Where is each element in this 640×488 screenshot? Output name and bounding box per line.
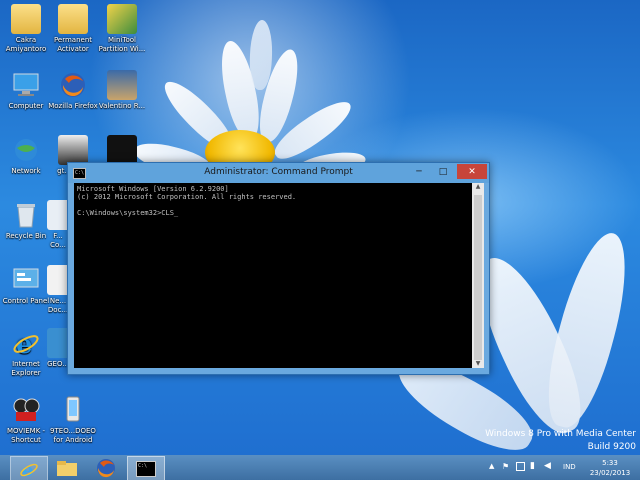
folder-icon: [58, 4, 88, 34]
desktop-icon-label: Permanent Activator: [53, 36, 93, 53]
desktop-icon[interactable]: Control Panel: [0, 265, 52, 306]
desktop-icon[interactable]: e Internet Explorer: [0, 328, 52, 378]
network-icon: [11, 135, 41, 165]
desktop-icon-label: Internet Explorer: [11, 360, 41, 377]
clock-time: 5:33: [602, 459, 618, 467]
taskbar-file-explorer[interactable]: [49, 456, 85, 479]
desktop-icon[interactable]: Mozilla Firefox: [47, 70, 99, 111]
internet-explorer-icon: e: [11, 328, 41, 358]
console-line: Microsoft Windows [Version 6.2.9200]: [77, 185, 229, 193]
desktop-icon-label: MiniTool Partition Wi...: [98, 36, 146, 53]
desktop-icon[interactable]: F... Co...: [47, 200, 69, 250]
desktop-icon-label: Computer: [8, 102, 44, 110]
console-line: (c) 2012 Microsoft Corporation. All righ…: [77, 193, 297, 201]
desktop-icon-label: MOVIEMK - Shortcut: [6, 427, 46, 444]
desktop-icon[interactable]: GEO...: [47, 328, 69, 369]
file-explorer-icon: [57, 460, 77, 476]
photo-icon: [107, 135, 137, 165]
window-titlebar[interactable]: C:\ Administrator: Command Prompt ─ □ ✕: [68, 163, 489, 183]
desktop-icon-label: Network: [11, 167, 41, 175]
desktop-icon[interactable]: Valentino R...: [96, 70, 148, 111]
language-indicator[interactable]: IND: [563, 463, 576, 488]
desktop-icon[interactable]: Ne... Doc...: [47, 265, 69, 315]
folder-icon: [11, 4, 41, 34]
taskbar: e C:\ ▲ ⚑ ▮ ◀ IND 5:33 23/02/2013: [0, 455, 640, 483]
desktop-icon[interactable]: Network: [0, 135, 52, 176]
desktop-icon[interactable]: Computer: [0, 70, 52, 111]
clock-date: 23/02/2013: [589, 469, 631, 477]
control-panel-icon: [11, 265, 41, 295]
desktop-icon-label: 9TEO...DOEO for Android: [50, 427, 96, 444]
maximize-button[interactable]: □: [431, 164, 455, 179]
console-output[interactable]: Microsoft Windows [Version 6.2.9200] (c)…: [74, 183, 472, 368]
close-button[interactable]: ✕: [457, 164, 487, 179]
photo-icon: [107, 70, 137, 100]
firefox-icon: [97, 458, 115, 477]
command-prompt-window[interactable]: C:\ Administrator: Command Prompt ─ □ ✕ …: [67, 162, 490, 375]
taskbar-command-prompt[interactable]: C:\: [127, 456, 165, 481]
internet-explorer-icon: e: [20, 460, 38, 479]
maximize-icon: □: [438, 166, 448, 177]
desktop-icon-label: Recycle Bin: [5, 232, 47, 240]
taskbar-firefox[interactable]: [88, 456, 124, 479]
firefox-icon: [58, 70, 88, 100]
show-hidden-icons-button[interactable]: ▲: [489, 462, 494, 487]
android-icon: [58, 395, 88, 425]
flag-icon[interactable]: ⚑: [502, 462, 509, 487]
document-icon: [47, 265, 69, 295]
recycle-bin-icon: [11, 200, 41, 230]
close-icon: ✕: [468, 166, 476, 177]
geo-icon: [47, 328, 69, 358]
scroll-down-arrow-icon[interactable]: ▼: [472, 360, 484, 368]
minimize-icon: ─: [416, 166, 422, 177]
windows-watermark: Windows 8 Pro with Media Center Build 92…: [485, 428, 636, 454]
file-icon: [47, 200, 69, 230]
desktop-icon-label: Valentino R...: [98, 102, 146, 110]
desktop-icon[interactable]: 9TEO...DOEO for Android: [47, 395, 99, 445]
watermark-edition: Windows 8 Pro with Media Center: [485, 429, 636, 439]
taskbar-internet-explorer[interactable]: e: [10, 456, 48, 481]
desktop-icon[interactable]: MOVIEMK - Shortcut: [0, 395, 52, 445]
minitool-icon: [107, 4, 137, 34]
desktop: Cakra Amiyantoro Permanent Activator Min…: [0, 0, 640, 455]
desktop-icon-label: Cakra Amiyantoro: [5, 36, 47, 53]
network-status-icon[interactable]: ▮: [530, 461, 535, 486]
moviemaker-icon: [11, 395, 41, 425]
scrollbar-thumb[interactable]: [474, 195, 482, 360]
volume-icon[interactable]: ◀: [544, 461, 551, 486]
desktop-icon-label: Ne... Doc...: [47, 297, 69, 314]
console-line: C:\Windows\system32>CLS_: [77, 209, 179, 217]
desktop-icon-label: Mozilla Firefox: [48, 102, 98, 110]
desktop-icon-label: GEO...: [47, 360, 69, 368]
command-prompt-icon: C:\: [136, 460, 156, 477]
clock[interactable]: 5:33 23/02/2013: [584, 458, 636, 483]
minimize-button[interactable]: ─: [407, 164, 431, 179]
battery-icon[interactable]: [516, 462, 525, 471]
game-icon: [58, 135, 88, 165]
watermark-build: Build 9200: [587, 442, 636, 452]
desktop-icon-label: F... Co...: [50, 232, 66, 249]
computer-icon: [11, 70, 41, 100]
desktop-icon-label: Control Panel: [2, 297, 50, 305]
desktop-icon[interactable]: Cakra Amiyantoro: [0, 4, 52, 54]
vertical-scrollbar[interactable]: ▲ ▼: [472, 183, 484, 368]
scroll-up-arrow-icon[interactable]: ▲: [472, 183, 484, 195]
desktop-icon[interactable]: MiniTool Partition Wi...: [96, 4, 148, 54]
desktop-icon[interactable]: Permanent Activator: [47, 4, 99, 54]
desktop-icon[interactable]: Recycle Bin: [0, 200, 52, 241]
